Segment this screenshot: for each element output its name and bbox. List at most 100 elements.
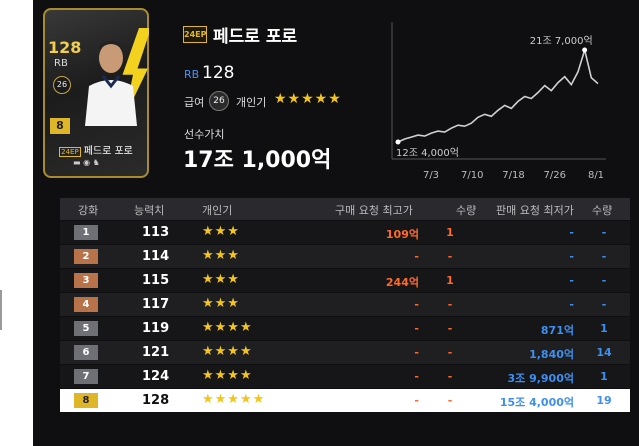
level-badge: 6	[74, 345, 98, 360]
header-sell-min: 판매 요청 최저가	[496, 204, 574, 217]
app-root: 128 RB 26 8 24EP 페드로 포로 ▬ ◉ ♞ 24EP 페드로 포로…	[0, 0, 639, 446]
row-ovr: 119	[142, 321, 170, 336]
row-sell-min: 871억	[540, 324, 574, 337]
x-tick-label: 7/10	[461, 170, 483, 181]
min-label: 12조 4,000억	[396, 147, 459, 159]
price-line	[397, 46, 599, 143]
table-row[interactable]: 2 114 ★★★ - - - -	[60, 245, 630, 268]
row-buy-max: -	[414, 322, 419, 335]
level-badge: 5	[74, 321, 98, 336]
wage-badge: 26	[209, 91, 229, 111]
header-sell-qty: 수량	[592, 204, 613, 217]
row-sell-min: 1,840억	[529, 348, 574, 361]
card-wage-badge: 26	[53, 76, 71, 94]
row-buy-qty: -	[447, 346, 453, 359]
x-tick-label: 7/26	[544, 170, 566, 181]
row-stars: ★★★★	[202, 368, 253, 383]
table-row[interactable]: 8 128 ★★★★★ - - 15조 4,000억 19	[60, 389, 630, 412]
row-buy-max: 244억	[385, 276, 419, 289]
club-crest-icon: ♞	[92, 158, 100, 167]
row-stars: ★★★	[202, 296, 240, 311]
row-stars: ★★★	[202, 248, 240, 263]
wage-label: 급여	[184, 96, 205, 109]
row-buy-max: -	[414, 250, 419, 263]
card-ovr: 128	[48, 38, 82, 57]
level-badge: 7	[74, 369, 98, 384]
level-badge: 4	[74, 297, 98, 312]
x-tick-label: 8/1	[588, 170, 604, 181]
row-buy-qty: -	[447, 370, 453, 383]
x-tick-label: 7/3	[423, 170, 439, 181]
table-row[interactable]: 5 119 ★★★★ - - 871억 1	[60, 317, 630, 340]
row-sell-qty: 19	[596, 394, 612, 407]
skill-stars: ★★★★★	[274, 91, 342, 107]
league-icon: ◉	[83, 158, 91, 167]
spain-flag-icon: ▬	[73, 158, 81, 167]
row-ovr: 121	[142, 345, 170, 360]
level-badge: 2	[74, 249, 98, 264]
row-buy-max: -	[414, 346, 419, 359]
row-ovr: 114	[142, 249, 170, 264]
row-stars: ★★★★★	[202, 392, 266, 407]
window-edge	[0, 290, 2, 330]
card-nation-club: ▬ ◉ ♞	[73, 158, 100, 167]
row-ovr: 115	[142, 273, 170, 288]
table-row[interactable]: 1 113 ★★★ 109억 1 - -	[60, 221, 630, 244]
row-sell-min: -	[569, 298, 574, 311]
skill-label: 개인기	[236, 96, 267, 109]
header-buy-qty: 수량	[456, 204, 477, 217]
card-season-badge: 24EP	[59, 147, 81, 157]
header-skill: 개인기	[202, 204, 233, 217]
player-name: 페드로 포로	[213, 27, 298, 47]
row-sell-qty: -	[601, 226, 607, 239]
row-sell-min: -	[569, 226, 574, 239]
table-row[interactable]: 6 121 ★★★★ - - 1,840억 14	[60, 341, 630, 364]
player-portrait-icon	[85, 41, 137, 126]
table-row[interactable]: 3 115 ★★★ 244억 1 - -	[60, 269, 630, 292]
card-name-text: 페드로 포로	[83, 146, 133, 157]
row-sell-min: 3조 9,900억	[507, 372, 574, 385]
row-buy-max: -	[414, 394, 419, 407]
row-sell-qty: -	[601, 274, 607, 287]
table-row[interactable]: 4 117 ★★★ - - - -	[60, 293, 630, 316]
row-stars: ★★★	[202, 224, 240, 239]
row-sell-qty: -	[601, 298, 607, 311]
table-row[interactable]: 7 124 ★★★★ - - 3조 9,900억 1	[60, 365, 630, 388]
max-point	[582, 47, 588, 53]
position-ovr: 128	[202, 63, 235, 83]
row-buy-qty: -	[447, 298, 453, 311]
row-sell-qty: 14	[596, 346, 612, 359]
level-badge: 8	[74, 393, 98, 408]
row-buy-qty: 1	[446, 274, 454, 287]
max-label: 21조 7,000억	[530, 35, 593, 47]
price-history-chart[interactable]: 21조 7,000억 12조 4,000억 7/3 7/10 7/18 7/26 8/1	[384, 14, 614, 184]
row-ovr: 117	[142, 297, 170, 312]
row-buy-qty: -	[447, 394, 453, 407]
min-point	[395, 139, 401, 145]
card-level: 8	[50, 118, 70, 134]
row-sell-min: 15조 4,000억	[499, 396, 574, 409]
card-position: RB	[54, 58, 68, 69]
row-buy-qty: 1	[446, 226, 454, 239]
row-buy-max: -	[414, 370, 419, 383]
level-badge: 3	[74, 273, 98, 288]
row-stars: ★★★★	[202, 344, 253, 359]
table-header: 강화 능력치 개인기 구매 요청 최고가 수량 판매 요청 최저가 수량	[60, 198, 630, 220]
x-tick-label: 7/18	[502, 170, 524, 181]
row-sell-qty: 1	[600, 370, 608, 383]
row-sell-qty: 1	[600, 322, 608, 335]
level-badge: 1	[74, 225, 98, 240]
header-buy-max: 구매 요청 최고가	[335, 204, 413, 217]
player-card[interactable]: 128 RB 26 8 24EP 페드로 포로 ▬ ◉ ♞	[43, 8, 149, 178]
row-buy-max: -	[414, 298, 419, 311]
row-stars: ★★★★	[202, 320, 253, 335]
header-ovr: 능력치	[134, 204, 165, 217]
row-buy-qty: -	[447, 250, 453, 263]
row-ovr: 113	[142, 225, 170, 240]
row-buy-max: 109억	[385, 228, 419, 241]
value-label: 선수가치	[184, 128, 225, 141]
card-name: 24EP 페드로 포로	[43, 142, 149, 157]
row-ovr: 128	[142, 393, 170, 408]
position-label: RB	[184, 68, 200, 81]
player-value: 17조 1,000억	[183, 148, 332, 173]
